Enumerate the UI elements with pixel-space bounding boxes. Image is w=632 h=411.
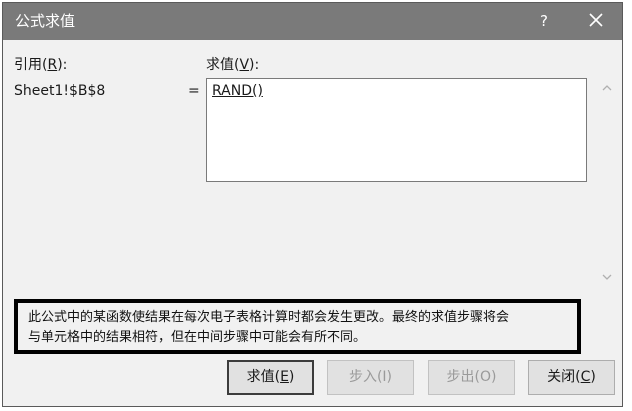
close-window-button[interactable] xyxy=(579,9,613,33)
scroll-up-arrow-icon[interactable] xyxy=(599,82,615,96)
volatile-function-notice: 此公式中的某函数使结果在每次电子表格计算时都会发生更改。最终的求值步骤将会 与单… xyxy=(14,299,581,354)
dialog-title: 公式求值 xyxy=(15,12,76,30)
evaluate-formula-dialog: 公式求值 ? 引用(R): 求值(V): Sheet1!$B$8 = RAND(… xyxy=(2,2,623,407)
evaluation-label: 求值(V): xyxy=(206,57,260,73)
help-button[interactable]: ? xyxy=(529,9,559,33)
equals-sign: = xyxy=(188,83,200,99)
evaluate-button[interactable]: 求值(E) xyxy=(227,360,314,395)
title-bar: 公式求值 ? xyxy=(3,3,622,40)
scroll-down-arrow-icon[interactable] xyxy=(599,271,615,285)
notice-line-2: 与单元格中的结果相符，但在中间步骤中可能会有所不同。 xyxy=(28,330,367,345)
step-out-button[interactable]: 步出(O) xyxy=(428,360,515,395)
step-in-button[interactable]: 步入(I) xyxy=(327,360,414,395)
evaluation-box[interactable]: RAND() xyxy=(206,78,587,182)
reference-label: 引用(R): xyxy=(14,57,68,73)
close-button[interactable]: 关闭(C) xyxy=(528,360,615,395)
notice-line-1: 此公式中的某函数使结果在每次电子表格计算时都会发生更改。最终的求值步骤将会 xyxy=(28,310,510,325)
vertical-scrollbar[interactable] xyxy=(599,78,615,290)
close-icon xyxy=(589,13,603,27)
evaluation-expression[interactable]: RAND() xyxy=(212,82,263,100)
reference-value: Sheet1!$B$8 xyxy=(14,83,106,99)
